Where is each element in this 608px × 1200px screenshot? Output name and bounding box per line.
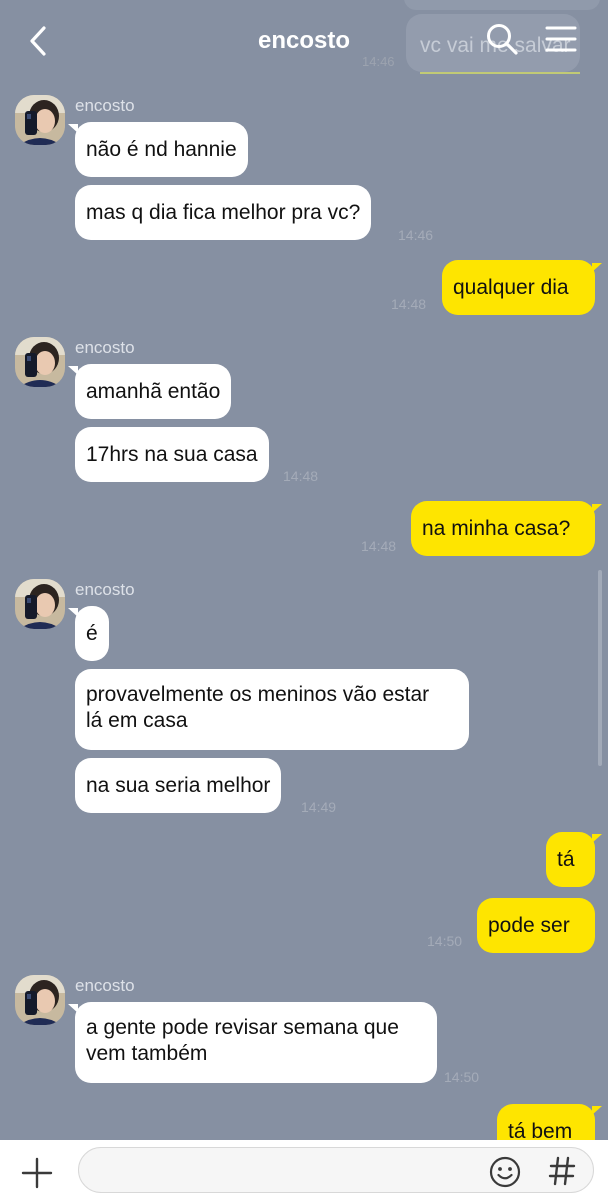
menu-icon[interactable]: [544, 24, 578, 54]
message-text: na sua seria melhor: [86, 773, 271, 797]
scrolled-message-ghost: [404, 0, 600, 10]
message-time: 14:48: [391, 296, 427, 312]
scrollbar[interactable]: [598, 570, 602, 766]
message-composer: [0, 1140, 608, 1200]
sender-name: encosto: [75, 96, 135, 115]
message-line: provavelmente os meninos vão estar: [86, 683, 430, 706]
message-bubble-incoming[interactable]: é: [75, 606, 109, 661]
contact-avatar[interactable]: [15, 337, 65, 387]
message-bubble-incoming[interactable]: não é nd hannie: [75, 122, 248, 177]
message-text: tá: [557, 847, 575, 871]
sender-name: encosto: [75, 338, 135, 357]
message-time: 14:48: [361, 538, 397, 554]
message-text: é: [86, 621, 98, 645]
sender-name: encosto: [75, 580, 135, 599]
search-icon[interactable]: [484, 22, 520, 58]
message-time: 14:49: [301, 799, 337, 815]
message-time: 14:48: [283, 468, 319, 484]
scrolled-message-time: 14:46: [362, 54, 395, 69]
message-bubble-incoming[interactable]: provavelmente os meninos vão estar lá em…: [75, 669, 469, 750]
message-bubble-outgoing[interactable]: qualquer dia: [442, 260, 595, 315]
contact-avatar[interactable]: [15, 975, 65, 1025]
message-text: a gente pode revisar semana que vem tamb…: [86, 1015, 399, 1067]
message-text: provavelmente os meninos vão estar lá em…: [86, 682, 429, 734]
message-bubble-incoming[interactable]: a gente pode revisar semana que vem tamb…: [75, 1002, 437, 1083]
message-text: mas q dia fica melhor pra vc?: [86, 200, 361, 224]
message-bubble-outgoing[interactable]: na minha casa?: [411, 501, 595, 556]
chat-header: vc vai me salvar 14:46 encosto: [0, 0, 608, 84]
message-bubble-outgoing[interactable]: tá: [546, 832, 595, 887]
message-bubble-incoming[interactable]: amanhã então: [75, 364, 232, 419]
emoji-icon[interactable]: [488, 1155, 522, 1189]
message-time: 14:46: [398, 227, 434, 243]
message-time: 14:50: [427, 933, 463, 949]
message-bubble-incoming[interactable]: na sua seria melhor: [75, 758, 282, 813]
sender-name: encosto: [75, 976, 135, 995]
scrolled-message-underline: [420, 72, 580, 74]
message-text: amanhã então: [86, 379, 221, 403]
message-line: vem também: [86, 1042, 208, 1065]
message-bubble-outgoing[interactable]: pode ser: [477, 898, 595, 953]
contact-avatar[interactable]: [15, 95, 65, 145]
plus-icon[interactable]: [20, 1156, 54, 1190]
message-text: qualquer dia: [453, 275, 569, 299]
message-line: lá em casa: [86, 709, 188, 732]
message-text: na minha casa?: [422, 516, 571, 540]
message-text: pode ser: [488, 913, 570, 937]
message-line: a gente pode revisar semana que: [86, 1016, 399, 1039]
message-text: 17hrs na sua casa: [86, 442, 258, 466]
message-text: não é nd hannie: [86, 137, 237, 161]
contact-avatar[interactable]: [15, 579, 65, 629]
hashtag-icon[interactable]: [548, 1154, 576, 1188]
message-bubble-incoming[interactable]: 17hrs na sua casa: [75, 427, 269, 482]
message-time: 14:50: [444, 1069, 480, 1085]
message-bubble-incoming[interactable]: mas q dia fica melhor pra vc?: [75, 185, 372, 240]
